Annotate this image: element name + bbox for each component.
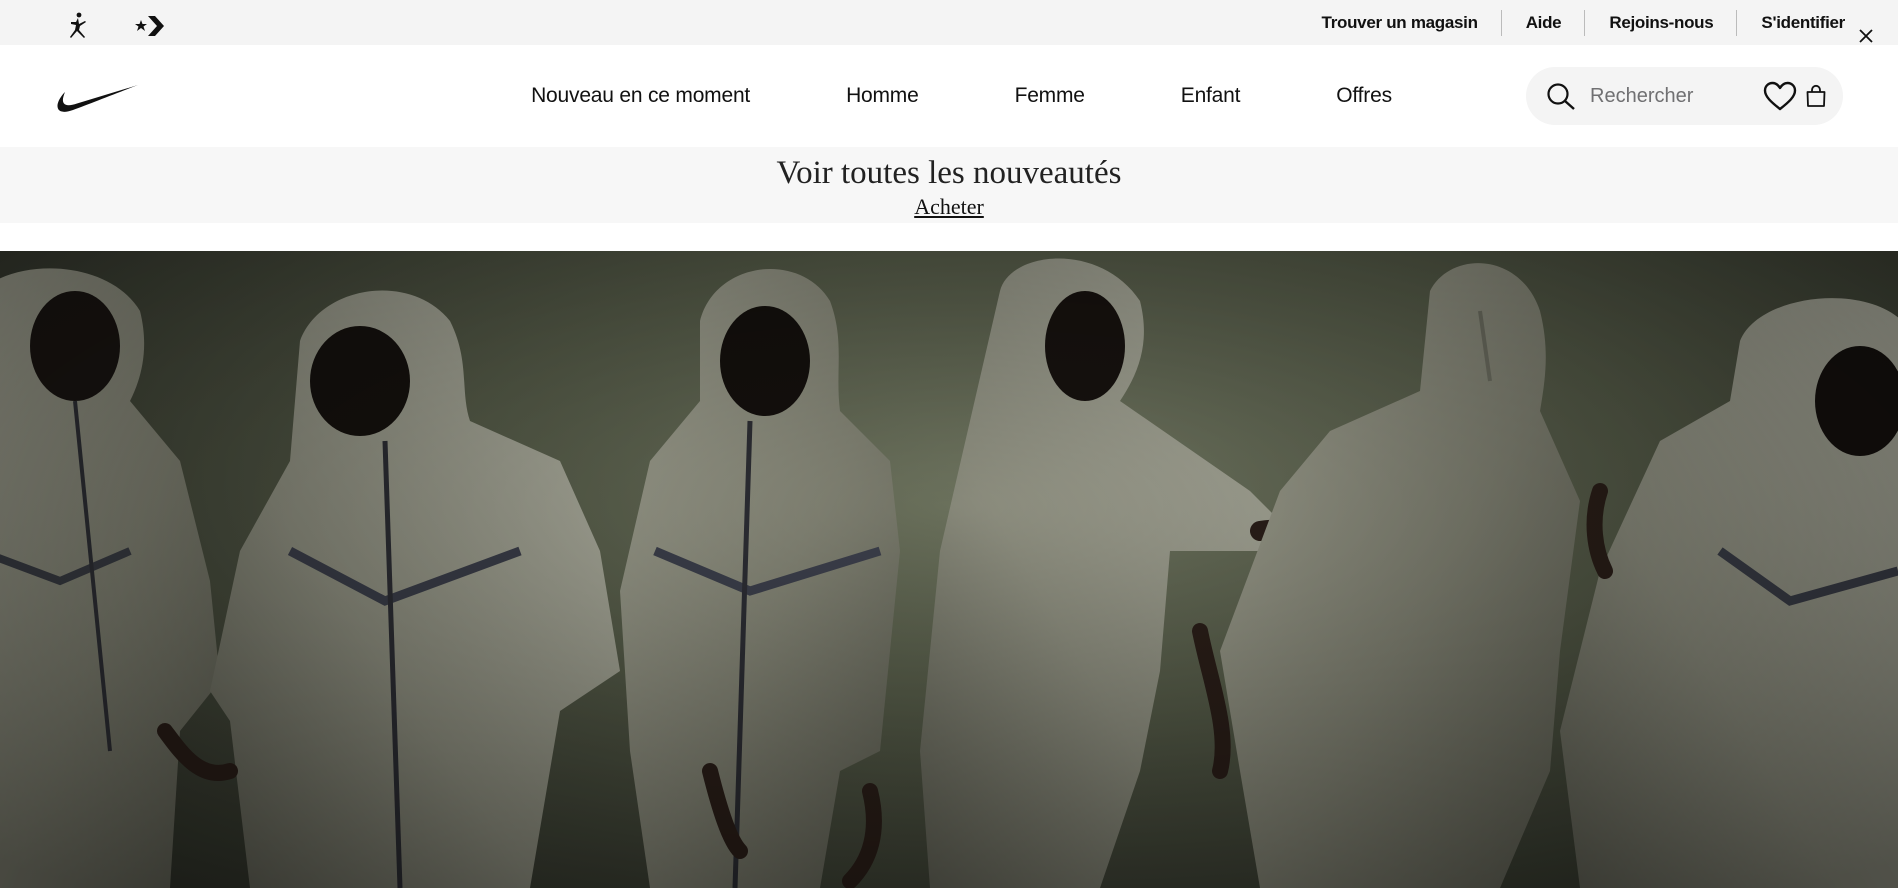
- util-link-find-store[interactable]: Trouver un magasin: [1298, 9, 1502, 36]
- nike-swoosh-icon[interactable]: [57, 83, 139, 113]
- nav-item-new[interactable]: Nouveau en ce moment: [483, 84, 798, 108]
- util-link-join[interactable]: Rejoins-nous: [1585, 9, 1738, 36]
- utility-links: Trouver un magasin Aide Rejoins-nous S'i…: [1298, 0, 1845, 45]
- util-link-sign-in[interactable]: S'identifier: [1737, 13, 1845, 33]
- nav-item-men[interactable]: Homme: [798, 84, 967, 108]
- nav-item-women[interactable]: Femme: [967, 84, 1133, 108]
- promo-title: Voir toutes les nouveautés: [776, 155, 1122, 191]
- nav-item-offers[interactable]: Offres: [1288, 84, 1440, 108]
- jordan-jumpman-icon[interactable]: [63, 11, 93, 41]
- shopping-bag-icon[interactable]: [1803, 80, 1829, 112]
- search-bar: [1526, 67, 1843, 125]
- heart-icon[interactable]: [1763, 80, 1797, 112]
- promo-banner: Voir toutes les nouveautés Acheter: [0, 147, 1898, 223]
- utility-bar: Trouver un magasin Aide Rejoins-nous S'i…: [0, 0, 1898, 45]
- nav-item-kids[interactable]: Enfant: [1133, 84, 1289, 108]
- converse-star-chevron-icon[interactable]: [135, 11, 165, 41]
- promo-shop-link[interactable]: Acheter: [914, 194, 984, 220]
- util-link-help[interactable]: Aide: [1502, 9, 1586, 36]
- search-input[interactable]: [1590, 84, 1750, 108]
- close-icon[interactable]: [1858, 28, 1874, 44]
- search-icon[interactable]: [1534, 67, 1592, 125]
- main-header: Nouveau en ce moment Homme Femme Enfant …: [0, 45, 1898, 147]
- hero-image[interactable]: [0, 251, 1898, 888]
